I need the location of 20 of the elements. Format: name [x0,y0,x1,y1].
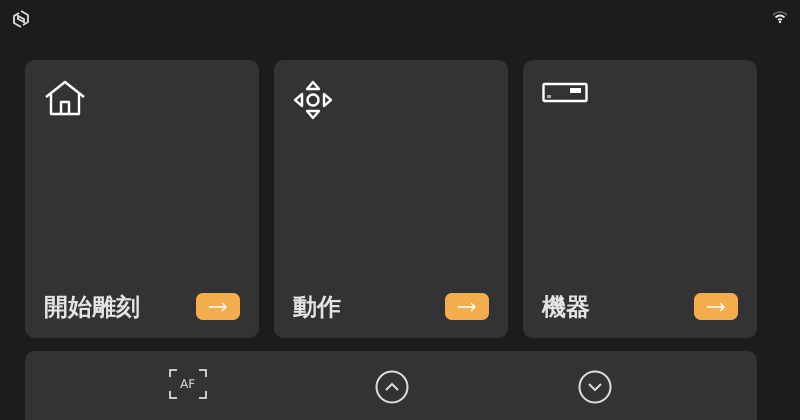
arrow-right-icon [208,302,228,312]
tile-card[interactable]: 開始雕刻 [25,60,259,338]
arrow-button[interactable] [445,293,489,320]
autofocus-button[interactable]: AF [168,368,208,400]
arrow-button[interactable] [694,293,738,320]
up-button[interactable] [372,368,411,406]
machine-icon [542,82,588,104]
arrow-right-icon [706,302,726,312]
logo-icon [12,10,30,28]
wifi-icon [772,10,788,23]
tile-card[interactable]: 機器 [523,60,757,338]
tile-title: 動作 [293,294,341,318]
arrow-right-icon [457,302,477,312]
tile-title: 機器 [542,294,590,318]
move-icon [293,80,333,120]
arrow-button[interactable] [196,293,240,320]
tile-card[interactable]: 動作 [274,60,508,338]
tile-title: 開始雕刻 [44,294,140,318]
home-icon [44,80,86,116]
down-button[interactable] [576,368,614,406]
